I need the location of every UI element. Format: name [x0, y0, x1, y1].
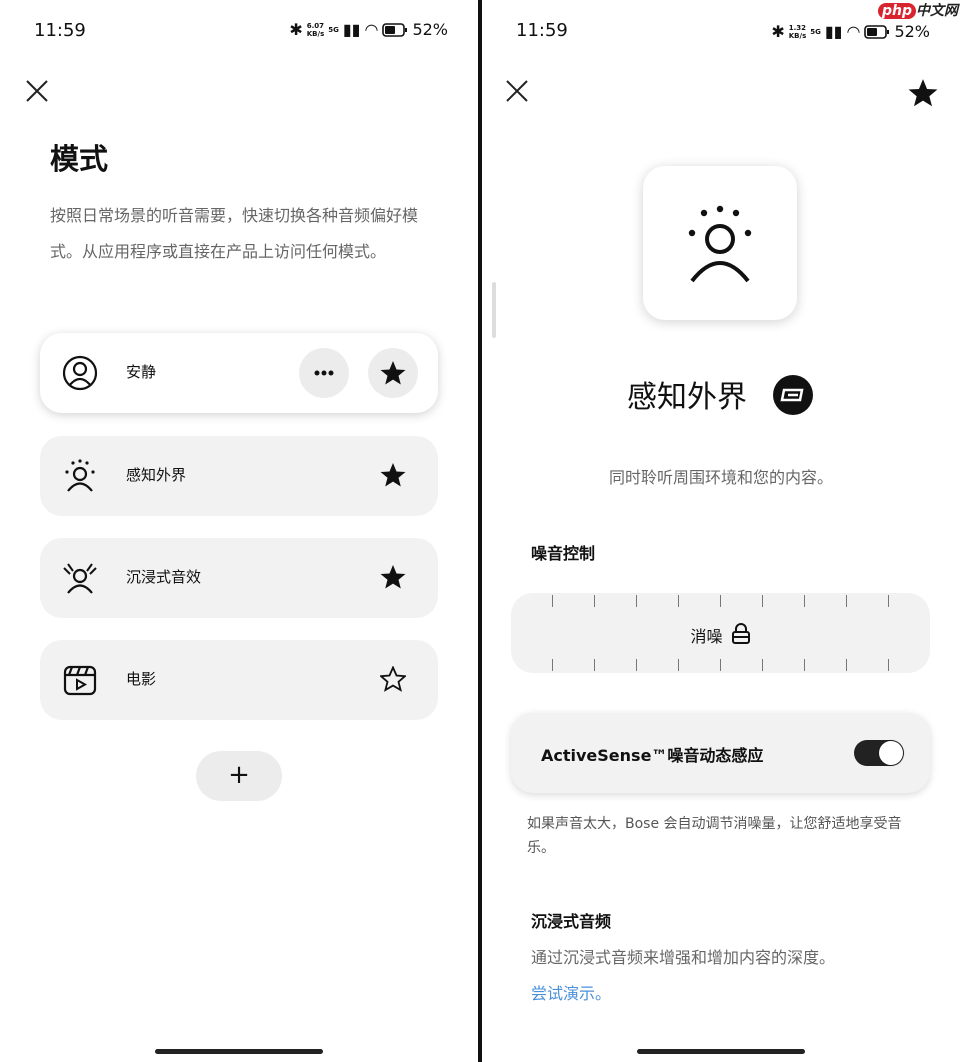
wifi-icon: ◠ — [846, 22, 861, 41]
slider-label: 消噪 — [690, 627, 723, 646]
star-outline-icon[interactable] — [380, 666, 406, 692]
home-indicator[interactable] — [637, 1049, 805, 1054]
mode-card-immersion[interactable]: 沉浸式音效 — [40, 538, 438, 618]
signal-icon: ▮▮ — [824, 22, 843, 41]
status-bar: 11:59 ✱ 6.07 KB/s 5G ▮▮ ◠ 52% — [0, 18, 478, 44]
slider-tick — [846, 659, 847, 671]
modes-list-screen: 11:59 ✱ 6.07 KB/s 5G ▮▮ ◠ 52% 模式 按照日常场景的… — [0, 0, 478, 1062]
slider-tick — [636, 595, 637, 607]
network-speed-value: 1.32 — [788, 23, 807, 32]
immersive-heading: 沉浸式音频 — [531, 912, 612, 931]
slider-tick — [804, 659, 805, 671]
demo-link[interactable]: 尝试演示。 — [531, 980, 611, 1004]
slider-tick — [762, 659, 763, 671]
activesense-toggle[interactable] — [854, 740, 904, 766]
network-speed-value: 6.07 — [306, 21, 325, 30]
network-speed: 1.32 KB/s — [789, 24, 806, 40]
status-time: 11:59 — [516, 20, 568, 41]
activesense-card: ActiveSense™噪音动态感应 — [511, 713, 930, 793]
slider-tick — [594, 659, 595, 671]
bluetooth-icon: ✱ — [771, 22, 785, 41]
battery-percent: 52% — [894, 22, 930, 41]
quiet-person-icon — [62, 355, 98, 391]
aware-person-icon — [65, 459, 95, 492]
more-icon — [314, 370, 334, 376]
star-filled-icon[interactable] — [380, 564, 406, 590]
add-mode-button[interactable]: + — [196, 751, 282, 801]
mode-icon-tile — [643, 166, 797, 320]
slider-tick — [678, 595, 679, 607]
slider-tick — [720, 595, 721, 607]
status-time: 11:59 — [34, 20, 86, 41]
mode-card-quiet[interactable]: 安静 — [40, 333, 438, 413]
watermark-cn: 中文网 — [916, 3, 958, 19]
home-indicator[interactable] — [155, 1049, 323, 1054]
star-filled-icon[interactable] — [908, 78, 938, 108]
slider-label-row: 消噪 — [511, 623, 930, 647]
slider-tick — [888, 659, 889, 671]
mode-label: 安静 — [126, 363, 157, 381]
slider-tick — [552, 595, 553, 607]
lock-icon — [731, 623, 750, 644]
watermark: php 中文网 — [877, 0, 958, 20]
star-filled-icon — [380, 361, 406, 385]
clapperboard-icon — [63, 665, 97, 696]
close-icon[interactable] — [504, 78, 530, 104]
network-speed-unit: KB/s — [788, 31, 807, 40]
immersion-person-icon — [63, 563, 97, 594]
battery-percent: 52% — [412, 20, 448, 39]
network-speed-unit: KB/s — [306, 29, 325, 38]
mode-label: 电影 — [126, 670, 157, 688]
aware-person-icon — [688, 205, 752, 283]
slider-tick — [888, 595, 889, 607]
scroll-indicator — [492, 282, 496, 338]
noise-control-slider[interactable]: 消噪 — [511, 593, 930, 673]
favorite-button[interactable] — [368, 348, 418, 398]
mode-detail-screen: 11:59 ✱ 1.32 KB/s 5G ▮▮ ◠ 52% php 中文网 感知外… — [482, 0, 960, 1062]
slider-tick — [804, 595, 805, 607]
slider-tick — [762, 595, 763, 607]
slider-tick — [552, 659, 553, 671]
slider-tick — [846, 595, 847, 607]
status-icons: ✱ 6.07 KB/s 5G ▮▮ ◠ 52% — [289, 20, 448, 39]
activesense-note: 如果声音太大，Bose 会自动调节消噪量，让您舒适地享受音乐。 — [527, 816, 902, 856]
mode-card-aware[interactable]: 感知外界 — [40, 436, 438, 516]
battery-icon — [864, 24, 890, 39]
battery-icon — [382, 22, 408, 37]
mode-title: 感知外界 — [627, 380, 747, 415]
watermark-php: php — [877, 3, 916, 19]
star-filled-icon[interactable] — [380, 462, 406, 488]
slider-tick — [678, 659, 679, 671]
network-speed: 6.07 KB/s — [307, 22, 324, 38]
slider-tick — [636, 659, 637, 671]
bluetooth-icon: ✱ — [289, 20, 303, 39]
close-icon[interactable] — [24, 78, 50, 104]
activesense-label: ActiveSense™噪音动态感应 — [541, 746, 764, 765]
mode-label: 感知外界 — [126, 466, 187, 484]
mode-subtitle: 同时聆听周围环境和您的内容。 — [608, 468, 833, 487]
more-button[interactable] — [299, 348, 349, 398]
status-icons: ✱ 1.32 KB/s 5G ▮▮ ◠ 52% — [771, 22, 930, 41]
bose-badge-icon — [773, 375, 813, 415]
signal-icon: ▮▮ — [342, 20, 361, 39]
noise-control-heading: 噪音控制 — [531, 544, 596, 563]
slider-tick — [594, 595, 595, 607]
signal-type: 5G — [328, 25, 339, 34]
toggle-knob — [879, 741, 903, 765]
status-bar: 11:59 ✱ 1.32 KB/s 5G ▮▮ ◠ 52% — [482, 18, 960, 44]
mode-card-movie[interactable]: 电影 — [40, 640, 438, 720]
immersive-description: 通过沉浸式音频来增强和增加内容的深度。 — [531, 948, 836, 967]
slider-tick — [720, 659, 721, 671]
mode-label: 沉浸式音效 — [126, 568, 202, 586]
signal-type: 5G — [810, 27, 821, 36]
page-title: 模式 — [50, 142, 109, 176]
page-description: 按照日常场景的听音需要，快速切换各种音频偏好模式。从应用程序或直接在产品上访问任… — [50, 206, 419, 261]
wifi-icon: ◠ — [364, 20, 379, 39]
